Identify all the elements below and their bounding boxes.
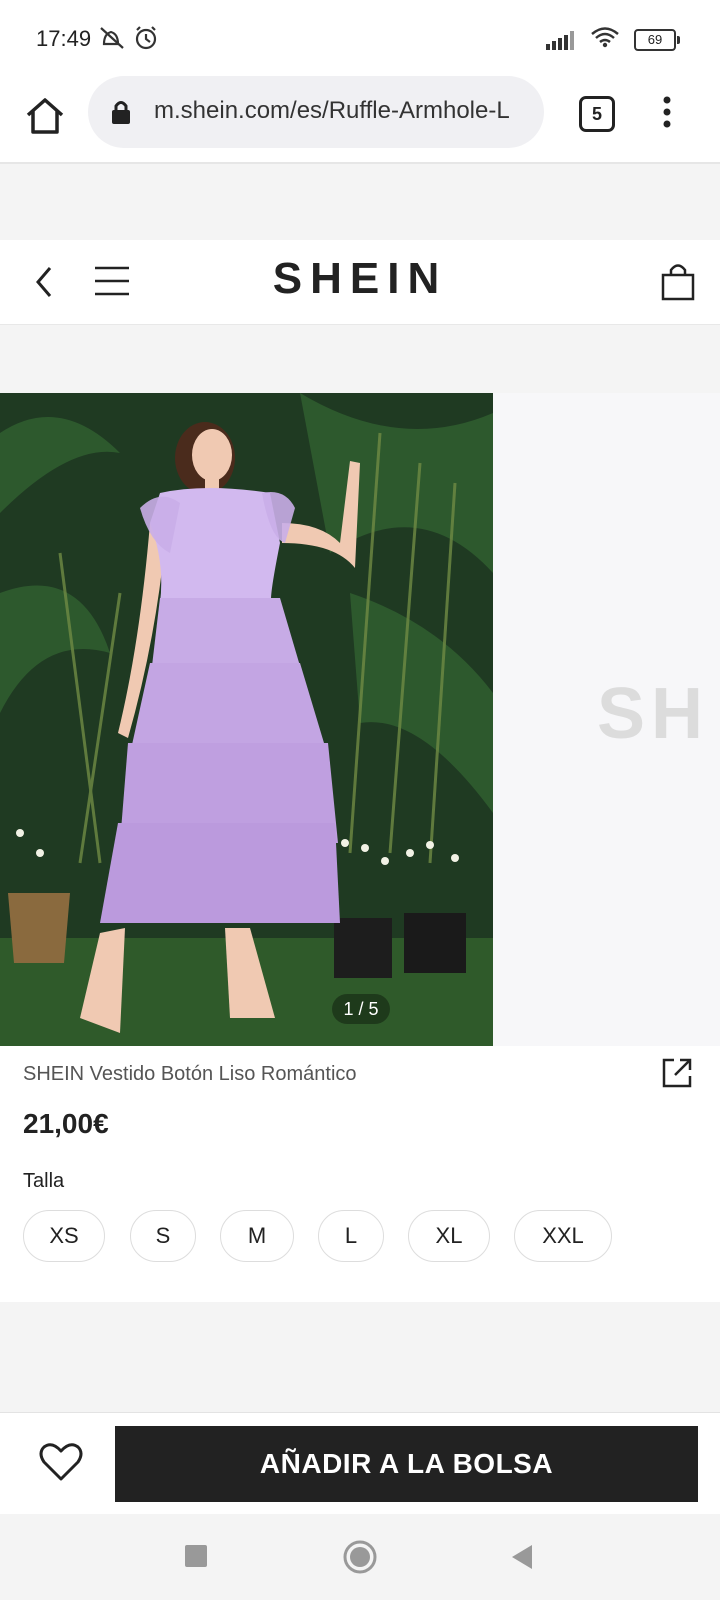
shopping-bag-icon — [661, 264, 695, 301]
size-option-xl[interactable]: XL — [408, 1210, 490, 1262]
shopping-bag-button[interactable] — [660, 262, 696, 307]
share-button[interactable] — [660, 1056, 694, 1095]
lock-icon — [110, 99, 132, 130]
size-option-m[interactable]: M — [220, 1210, 294, 1262]
size-option-xxl[interactable]: XXL — [514, 1210, 612, 1262]
share-external-icon — [662, 1058, 692, 1088]
product-price: 21,00€ — [23, 1108, 109, 1139]
bottom-action-bar: AÑADIR A LA BOLSA — [0, 1412, 720, 1515]
add-to-bag-button[interactable]: AÑADIR A LA BOLSA — [115, 1426, 698, 1502]
dress-photo — [0, 393, 493, 1046]
status-icons-right: 69 — [546, 26, 680, 53]
home-icon — [26, 98, 64, 134]
status-bar: 17:49 69 — [0, 0, 720, 76]
size-option-xs[interactable]: XS — [23, 1210, 105, 1262]
wishlist-button[interactable] — [38, 1441, 84, 1488]
product-title: SHEIN Vestido Botón Liso Romántico — [23, 1063, 357, 1085]
size-option-s[interactable]: S — [130, 1210, 196, 1262]
back-nav-button[interactable] — [510, 1544, 534, 1575]
url-text: m.shein.com/es/Ruffle-Armhole-L — [154, 97, 510, 124]
shein-logo[interactable]: SHEIN — [0, 254, 720, 304]
recents-button[interactable] — [185, 1545, 207, 1572]
mute-and-alarm-icon — [100, 26, 157, 50]
next-product-image[interactable]: SH — [493, 393, 720, 1046]
site-header: SHEIN — [0, 240, 720, 325]
system-nav-bar — [0, 1514, 720, 1600]
browser-menu-button[interactable] — [662, 94, 672, 134]
more-vertical-icon — [663, 96, 671, 128]
home-nav-button[interactable] — [343, 1540, 377, 1579]
spacer-band — [0, 164, 720, 240]
spacer-band — [0, 1302, 720, 1412]
square-icon — [185, 1545, 207, 1567]
product-image[interactable] — [0, 393, 493, 1046]
wifi-icon — [590, 26, 620, 53]
spacer-band — [0, 325, 720, 393]
heart-icon — [39, 1443, 83, 1481]
browser-toolbar: m.shein.com/es/Ruffle-Armhole-L 5 — [0, 76, 720, 164]
battery-icon: 69 — [634, 28, 680, 51]
home-button[interactable] — [22, 93, 68, 139]
triangle-back-icon — [512, 1545, 532, 1569]
address-bar[interactable]: m.shein.com/es/Ruffle-Armhole-L — [88, 76, 544, 148]
tab-switcher-button[interactable]: 5 — [579, 96, 615, 132]
next-image-watermark: SH — [597, 674, 710, 754]
status-icons-left — [98, 24, 168, 59]
signal-icon — [546, 30, 576, 50]
status-time: 17:49 — [36, 26, 92, 51]
size-option-l[interactable]: L — [318, 1210, 384, 1262]
size-label: Talla — [23, 1170, 65, 1192]
circle-icon — [343, 1540, 377, 1574]
image-counter: 1 / 5 — [332, 994, 390, 1024]
